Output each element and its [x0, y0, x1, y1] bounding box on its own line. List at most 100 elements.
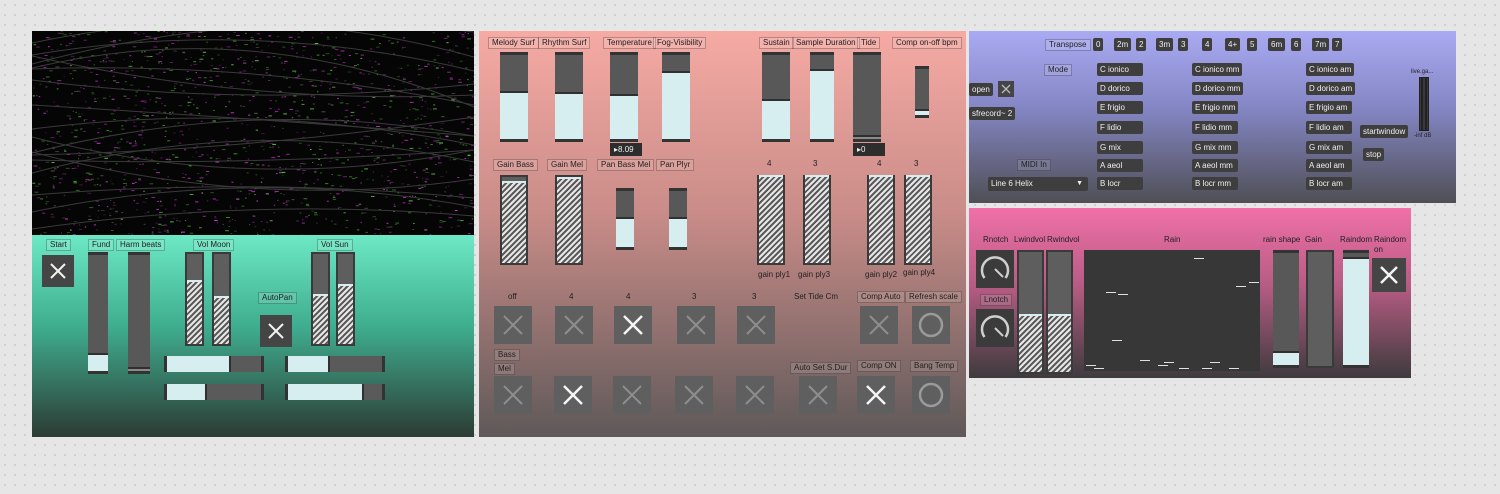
transpose-button-3[interactable]: 3m [1156, 38, 1174, 51]
dropdown-arrow-icon: ▼ [1076, 180, 1083, 187]
vol-moon-left-meter[interactable] [185, 252, 204, 346]
mode-button-1-1[interactable]: D dorico [1097, 82, 1143, 95]
ply-num-label-b: 4 [626, 292, 631, 301]
gain-mel-meter[interactable] [555, 175, 583, 265]
transpose-button-2[interactable]: 2 [1136, 38, 1147, 51]
mode-button-2-6[interactable]: B locr mm [1192, 177, 1238, 190]
mode-button-3-0[interactable]: C ionico am [1306, 63, 1355, 76]
pan-plyr-slider[interactable] [669, 188, 687, 250]
ply-toggle-b[interactable] [614, 306, 652, 344]
gain-ply3-meter[interactable] [803, 175, 831, 265]
mode-button-2-1[interactable]: D dorico mm [1192, 82, 1244, 95]
mode-button-3-6[interactable]: B locr am [1306, 177, 1352, 190]
autopan-toggle[interactable] [260, 315, 292, 347]
sustain-slider[interactable] [762, 52, 790, 142]
circle-icon [918, 312, 944, 338]
mode-button-1-3[interactable]: F lidio [1097, 121, 1143, 134]
temperature-slider[interactable] [610, 52, 638, 142]
gain-label: Gain [1305, 235, 1322, 244]
sun-pan-slider-2[interactable] [285, 384, 385, 400]
comp-bpm-slider[interactable] [915, 66, 929, 118]
transpose-button-1[interactable]: 2m [1114, 38, 1132, 51]
mode-button-1-0[interactable]: C ionico [1097, 63, 1143, 76]
ply-toggle-d[interactable] [737, 306, 775, 344]
midi-device-menu[interactable]: Line 6 Helix ▼ [988, 177, 1088, 191]
transpose-button-4[interactable]: 3 [1178, 38, 1189, 51]
mel-toggle-3[interactable] [613, 376, 651, 414]
bang-temp-button[interactable] [912, 376, 950, 414]
comp-auto-toggle[interactable] [860, 306, 898, 344]
transpose-button-5[interactable]: 4 [1202, 38, 1213, 51]
harm-beats-slider[interactable] [128, 252, 150, 374]
melody-surf-slider[interactable] [500, 52, 528, 142]
transpose-button-11[interactable]: 7 [1332, 38, 1343, 51]
auto-set-sdur-toggle[interactable] [799, 376, 837, 414]
mode-button-2-5[interactable]: A aeol mm [1192, 159, 1238, 172]
transpose-button-10[interactable]: 7m [1312, 38, 1330, 51]
auto-set-sdur-label: Auto Set S.Dur [790, 362, 852, 374]
sun-pan-slider-1[interactable] [285, 356, 385, 372]
transpose-button-6[interactable]: 4+ [1225, 38, 1241, 51]
sample-duration-slider[interactable] [810, 52, 834, 142]
rhythm-surf-slider[interactable] [555, 52, 583, 142]
tide-number[interactable]: ▸0 [853, 143, 885, 156]
rain-shape-slider[interactable] [1273, 250, 1299, 368]
stop-button[interactable]: stop [1363, 148, 1385, 161]
ply-toggle-a[interactable] [555, 306, 593, 344]
gain-ply2-meter[interactable] [867, 175, 895, 265]
startwindow-button[interactable]: startwindow [1360, 125, 1409, 138]
gain-bass-meter[interactable] [500, 175, 528, 265]
lnotch-dial[interactable] [976, 309, 1014, 347]
gain-ply4-meter[interactable] [904, 175, 932, 265]
ply-toggle-c[interactable] [677, 306, 715, 344]
rain-multislider[interactable] [1084, 250, 1260, 371]
mode-button-3-4[interactable]: G mix am [1306, 141, 1352, 154]
mode-button-3-2[interactable]: E frigio am [1306, 101, 1352, 114]
gain-meter[interactable] [1306, 250, 1334, 368]
mel-toggle-5[interactable] [736, 376, 774, 414]
mode-button-3-3[interactable]: F lidio am [1306, 121, 1352, 134]
gain-ply1-meter[interactable] [757, 175, 785, 265]
vol-sun-left-meter[interactable] [311, 252, 330, 346]
transpose-button-8[interactable]: 6m [1268, 38, 1286, 51]
mode-button-1-6[interactable]: B locr [1097, 177, 1143, 190]
mel-toggle-2[interactable] [554, 376, 592, 414]
mode-button-3-5[interactable]: A aeol am [1306, 159, 1352, 172]
transpose-label: Transpose [1045, 39, 1091, 51]
transpose-button-0[interactable]: 0 [1093, 38, 1104, 51]
pan-bass-mel-slider[interactable] [616, 188, 634, 250]
comp-on-toggle[interactable] [857, 376, 895, 414]
tide-slider[interactable] [853, 52, 881, 142]
mel-toggle-1[interactable] [494, 376, 532, 414]
mode-button-3-1[interactable]: D dorico am [1306, 82, 1356, 95]
vol-moon-right-meter[interactable] [212, 252, 231, 346]
mode-button-2-2[interactable]: E frigio mm [1192, 101, 1239, 114]
fog-visibility-slider[interactable] [662, 52, 690, 142]
mode-button-2-0[interactable]: C ionico mm [1192, 63, 1243, 76]
transpose-button-7[interactable]: 5 [1247, 38, 1258, 51]
temperature-number[interactable]: ▸8.09 [610, 143, 642, 156]
mel-toggle-4[interactable] [675, 376, 713, 414]
open-button[interactable]: open [969, 83, 993, 96]
record-toggle[interactable] [998, 81, 1014, 97]
mode-button-1-5[interactable]: A aeol [1097, 159, 1143, 172]
rwindvol-meter[interactable] [1046, 250, 1073, 374]
output-level-meter[interactable] [1419, 77, 1429, 131]
refresh-scale-bang[interactable] [912, 306, 950, 344]
off-toggle[interactable] [494, 306, 532, 344]
moon-pan-slider-2[interactable] [164, 384, 264, 400]
mode-button-1-2[interactable]: E frigio [1097, 101, 1143, 114]
start-button[interactable] [42, 255, 74, 287]
mode-button-2-3[interactable]: F lidio mm [1192, 121, 1238, 134]
mode-button-2-4[interactable]: G mix mm [1192, 141, 1238, 154]
mode-button-1-4[interactable]: G mix [1097, 141, 1143, 154]
moon-pan-slider-1[interactable] [164, 356, 264, 372]
raindom-slider[interactable] [1343, 250, 1369, 368]
sfrecord-object[interactable]: sfrecord~ 2 [969, 107, 1016, 120]
fund-slider[interactable] [88, 252, 108, 374]
vol-sun-right-meter[interactable] [336, 252, 355, 346]
transpose-button-9[interactable]: 6 [1291, 38, 1302, 51]
rnotch-dial[interactable] [976, 250, 1014, 288]
raindom-on-toggle[interactable] [1372, 258, 1406, 292]
lwindvol-meter[interactable] [1017, 250, 1044, 374]
